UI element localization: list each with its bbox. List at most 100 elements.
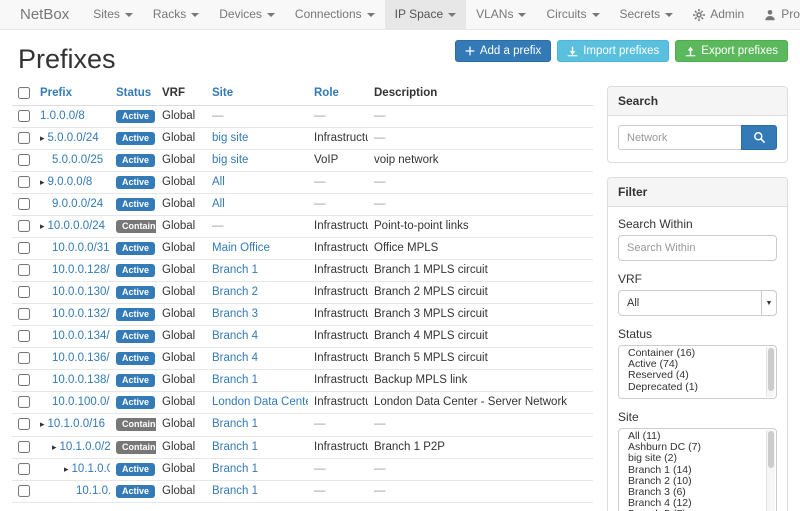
status-badge[interactable]: Active [116,485,155,498]
row-checkbox[interactable] [18,220,30,232]
row-checkbox[interactable] [18,485,30,497]
prefix-link[interactable]: 1.0.0.0/8 [40,110,85,122]
status-badge[interactable]: Active [116,463,155,476]
status-scrollbar[interactable] [766,347,775,397]
site-link[interactable]: All [212,176,225,188]
prefix-link[interactable]: 10.0.0.136/31 [52,352,110,364]
column-header-prefix[interactable]: Prefix [40,87,72,99]
listbox-option[interactable]: Container (16) [619,348,776,359]
site-link[interactable]: Branch 1 [212,374,258,386]
prefix-link[interactable]: 5.0.0.0/25 [52,154,103,166]
nav-item-connections[interactable]: Connections [285,0,385,29]
status-badge[interactable]: Active [116,286,155,299]
nav-item-ip-space[interactable]: IP Space [385,0,466,29]
row-checkbox[interactable] [18,396,30,408]
listbox-option[interactable]: Branch 2 (10) [619,476,776,487]
status-badge[interactable]: Active [116,132,155,145]
row-checkbox[interactable] [18,463,30,475]
status-badge[interactable]: Active [116,264,155,277]
column-header-role[interactable]: Role [314,87,339,99]
row-checkbox[interactable] [18,264,30,276]
site-link[interactable]: Branch 1 [212,441,258,453]
listbox-option[interactable]: Branch 3 (6) [619,487,776,498]
search-within-input[interactable] [618,235,777,261]
row-checkbox[interactable] [18,110,30,122]
prefix-link[interactable]: 10.0.100.0/24 [52,396,110,408]
row-checkbox[interactable] [18,154,30,166]
row-checkbox[interactable] [18,242,30,254]
row-checkbox[interactable] [18,441,30,453]
prefix-link[interactable]: 9.0.0.0/8 [48,176,93,188]
prefix-link[interactable]: 5.0.0.0/24 [48,132,99,144]
listbox-option[interactable]: Branch 1 (14) [619,465,776,476]
vrf-select[interactable]: All ▼ [618,290,777,316]
status-badge[interactable]: Active [116,330,155,343]
nav-item-sites[interactable]: Sites [83,0,143,29]
column-header-status[interactable]: Status [116,87,151,99]
row-checkbox[interactable] [18,330,30,342]
listbox-option[interactable]: All (11) [619,431,776,442]
status-badge[interactable]: Active [116,374,155,387]
status-badge[interactable]: Active [116,308,155,321]
row-checkbox[interactable] [18,198,30,210]
site-scrollbar[interactable] [766,430,775,511]
row-checkbox[interactable] [18,132,30,144]
prefix-link[interactable]: 10.1.0.0/25 [72,463,110,475]
nav-item-devices[interactable]: Devices [209,0,285,29]
status-badge[interactable]: Container [116,220,156,233]
listbox-option[interactable]: Deprecated (1) [619,382,776,393]
status-badge[interactable]: Active [116,154,155,167]
site-link[interactable]: big site [212,132,248,144]
status-badge[interactable]: Container [116,418,156,431]
listbox-option[interactable]: Ashburn DC (7) [619,442,776,453]
nav-item-circuits[interactable]: Circuits [536,0,609,29]
site-link[interactable]: Branch 1 [212,264,258,276]
prefix-link[interactable]: 10.0.0.130/31 [52,286,110,298]
status-badge[interactable]: Active [116,198,155,211]
site-link[interactable]: Branch 1 [212,463,258,475]
site-link[interactable]: London Data Center [212,396,308,408]
status-badge[interactable]: Active [116,110,155,123]
prefix-link[interactable]: 10.0.0.134/31 [52,330,110,342]
status-badge[interactable]: Active [116,176,155,189]
status-badge[interactable]: Active [116,242,155,255]
status-listbox[interactable]: Container (16)Active (74)Reserved (4)Dep… [618,345,777,399]
nav-item-profile[interactable]: Profile [754,0,800,29]
site-link[interactable]: Branch 4 [212,330,258,342]
row-checkbox[interactable] [18,176,30,188]
site-link[interactable]: Branch 3 [212,308,258,320]
export-prefixes-button[interactable]: Export prefixes [675,40,788,62]
nav-item-admin[interactable]: Admin [683,0,754,29]
listbox-option[interactable]: Reserved (4) [619,370,776,381]
site-link[interactable]: All [212,198,225,210]
prefix-link[interactable]: 10.0.0.132/31 [52,308,110,320]
search-button[interactable] [741,125,777,150]
prefix-link[interactable]: 10.0.0.0/24 [48,220,106,232]
row-checkbox[interactable] [18,286,30,298]
nav-item-vlans[interactable]: VLANs [466,0,536,29]
site-link[interactable]: Branch 1 [212,485,258,497]
prefix-link[interactable]: 10.0.0.138/31 [52,374,110,386]
row-checkbox[interactable] [18,374,30,386]
row-checkbox[interactable] [18,418,30,430]
prefix-link[interactable]: 9.0.0.0/24 [52,198,103,210]
listbox-option[interactable]: Branch 4 (12) [619,498,776,509]
brand-logo[interactable]: NetBox [8,0,83,29]
site-link[interactable]: big site [212,154,248,166]
site-link[interactable]: Branch 4 [212,352,258,364]
import-prefixes-button[interactable]: Import prefixes [557,40,669,62]
column-header-site[interactable]: Site [212,87,233,99]
status-badge[interactable]: Active [116,396,155,409]
nav-item-racks[interactable]: Racks [143,0,209,29]
site-link[interactable]: Main Office [212,242,270,254]
row-checkbox[interactable] [18,352,30,364]
add-a-prefix-button[interactable]: Add a prefix [455,40,551,62]
search-input[interactable] [618,125,741,150]
status-badge[interactable]: Container [116,441,156,454]
status-badge[interactable]: Active [116,352,155,365]
select-all-checkbox[interactable] [18,87,30,99]
row-checkbox[interactable] [18,308,30,320]
prefix-link[interactable]: 10.1.0.0/16 [48,418,106,430]
prefix-link[interactable]: 10.0.0.128/31 [52,264,110,276]
listbox-option[interactable]: Active (74) [619,359,776,370]
